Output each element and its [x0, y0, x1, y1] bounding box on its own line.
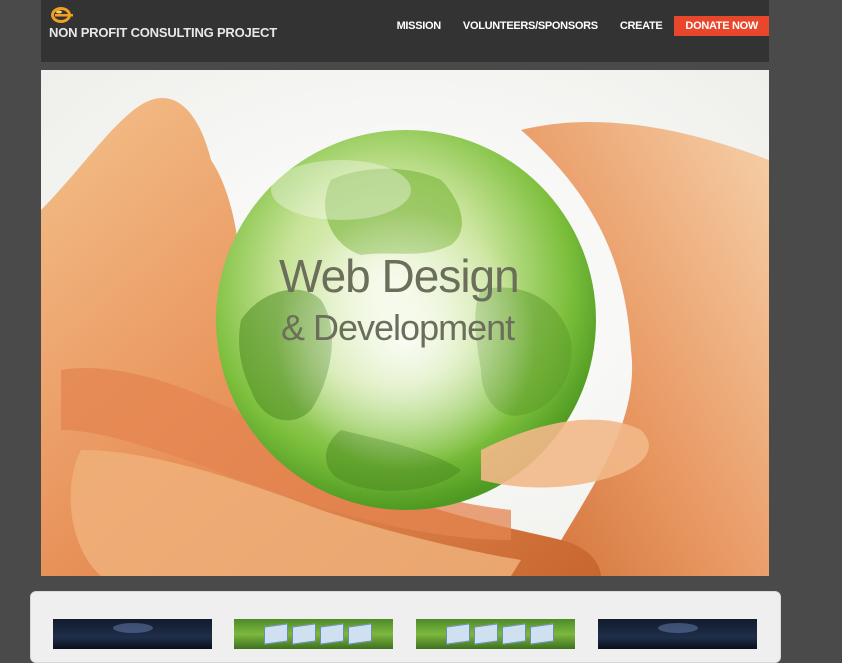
thumbnail-1[interactable]: [53, 619, 212, 649]
nav-create[interactable]: CREATE: [620, 16, 663, 36]
thumbnail-3[interactable]: [416, 619, 575, 649]
nav-mission[interactable]: MISSION: [397, 16, 442, 36]
main-nav: MISSION VOLUNTEERS/SPONSORS CREATE DONAT…: [397, 16, 769, 36]
site-header: NON PROFIT CONSULTING PROJECT MISSION VO…: [41, 0, 769, 62]
globe-in-hands-image: Web Design & Development: [41, 70, 769, 576]
hero-banner: Web Design & Development: [41, 70, 769, 576]
hero-line-2: & Development: [281, 307, 515, 348]
thumbnail-panel: [30, 591, 781, 663]
nav-volunteers-sponsors[interactable]: VOLUNTEERS/SPONSORS: [463, 16, 598, 36]
globe-e-logo-icon[interactable]: [50, 6, 74, 24]
thumbnail-2[interactable]: [234, 619, 393, 649]
hero-line-1: Web Design: [279, 250, 519, 302]
site-title[interactable]: NON PROFIT CONSULTING PROJECT: [49, 25, 277, 40]
thumbnail-4[interactable]: [598, 619, 757, 649]
donate-now-button[interactable]: DONATE NOW: [674, 16, 769, 36]
